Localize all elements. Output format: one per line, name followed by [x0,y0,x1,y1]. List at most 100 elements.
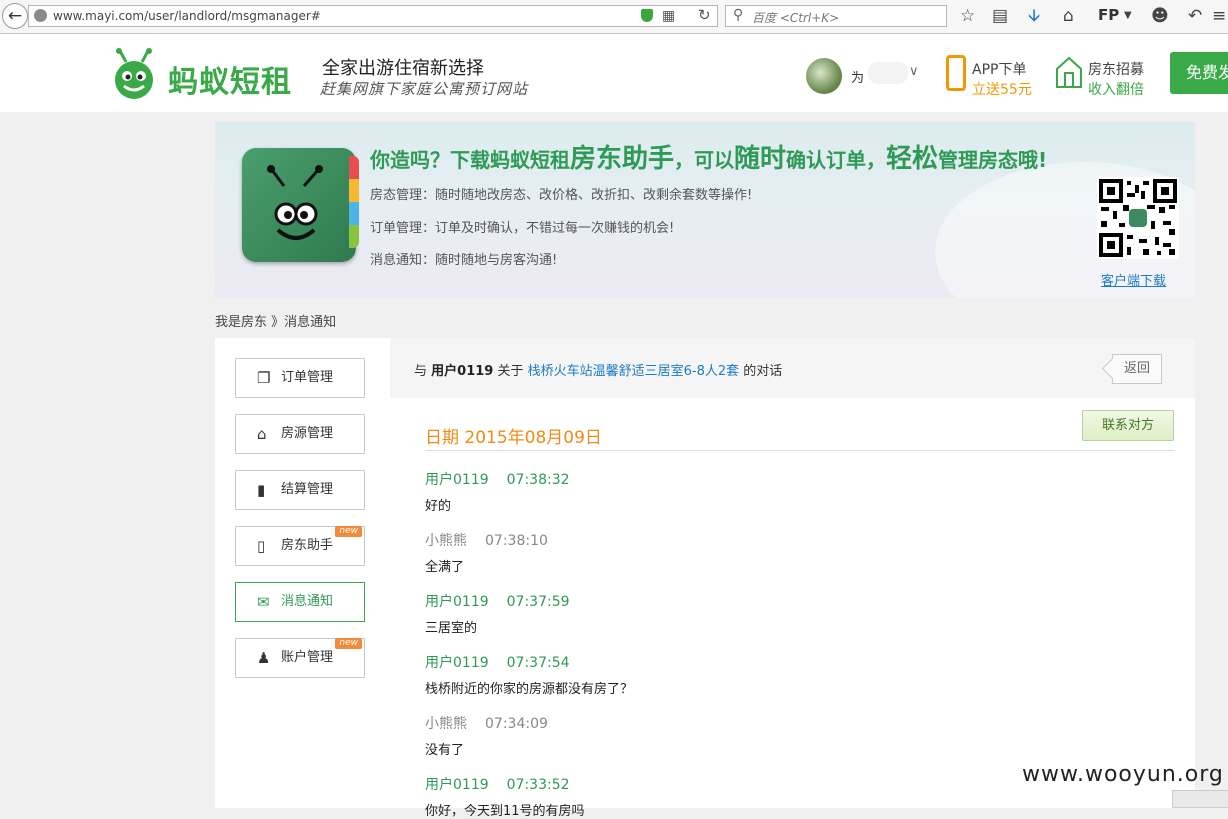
landlord-app-icon [242,148,356,262]
message-item: 用户0119 07:37:59 三居室的 [425,591,1125,636]
message-text: 好的 [425,499,452,514]
conversation-title: 与 用户0119 关于 栈桥火车站温馨舒适三居室6-8人2套 的对话 [414,364,783,379]
sidebar-item-label: 消息通知 [281,594,334,609]
browser-toolbar: ← www.mayi.com/user/landlord/msgmanager#… [0,0,1228,34]
app-order-label[interactable]: APP下单 [972,59,1026,79]
sidebar-item-messages[interactable]: ✉ 消息通知 [235,582,365,622]
logo-text[interactable]: 蚂蚁短租 [168,57,292,101]
message-item: 用户0119 07:37:54 栈桥附近的你家的房源都没有房了？ [425,652,1125,697]
app-bonus-label[interactable]: 立送55元 [972,79,1032,99]
banner-feature-room: 房态管理：随时随地改房态、改价格、改折扣、改剩余套数等操作! [370,188,753,203]
ant-logo-icon[interactable] [108,48,160,100]
document-icon: ❐ [257,369,271,387]
conversation-header: 与 用户0119 关于 栈桥火车站温馨舒适三居室6-8人2套 的对话 返回 [390,338,1195,398]
sidebar-item-account[interactable]: ♟ 账户管理 new [235,638,365,678]
message-item: 用户0119 07:33:52 你好，今天到11号的有房吗 [425,774,1125,819]
reading-list-icon[interactable]: ▤ [992,5,1008,27]
sidebar-item-landlord-assistant[interactable]: ▯ 房东助手 new [235,526,365,566]
qr-code-icon[interactable]: ▦ [662,8,675,24]
fp-addon-button[interactable]: FP [1098,6,1119,24]
username[interactable]: 为 [851,67,864,86]
chevron-down-icon[interactable]: ▼ [1124,5,1132,27]
contact-button[interactable]: 联系对方 [1082,410,1174,441]
slogan-sub: 赶集网旗下家庭公寓预订网站 [320,80,529,98]
avatar[interactable] [806,58,842,94]
message-item: 用户0119 07:38:32 好的 [425,469,1125,514]
address-bar[interactable]: www.mayi.com/user/landlord/msgmanager# ▦… [28,5,718,27]
conversation-date: 日期 2015年08月09日 [425,428,602,448]
recruit-label[interactable]: 房东招募 [1088,59,1144,79]
message-time: 07:38:10 [485,533,548,549]
slogan-main: 全家出游住宿新选择 [322,58,484,79]
message-sender: 用户0119 [425,472,489,488]
conversation-user: 用户0119 [431,364,494,379]
sidebar-item-label: 房东助手 [281,538,334,553]
site-header: 蚂蚁短租 全家出游住宿新选择 赶集网旗下家庭公寓预订网站 为 ∨ APP下单 立… [0,34,1228,112]
back-button[interactable]: 返回 [1112,354,1162,384]
message-text: 你好，今天到11号的有房吗 [425,804,585,819]
search-icon: ⚲ [733,7,744,23]
message-sender: 用户0119 [425,594,489,610]
reload-icon[interactable]: ↻ [698,6,711,24]
chevron-down-icon[interactable]: ∨ [909,64,919,79]
message-item: 小熊熊 07:34:09 没有了 [425,713,1125,758]
banner-title: 你造吗？下载蚂蚁短租房东助手，可以随时确认订单，轻松管理房态哦! [370,144,1048,174]
message-sender: 小熊熊 [425,716,467,732]
bookmark-star-icon[interactable]: ☆ [960,5,975,27]
menu-icon[interactable]: ≡ [1212,5,1226,27]
divider [425,450,1175,451]
banner-feature-order: 订单管理：订单及时确认，不错过每一次赚钱的机会! [370,221,675,236]
undo-icon[interactable]: ↶ [1188,5,1202,27]
recruit-sub-label[interactable]: 收入翻倍 [1088,79,1144,99]
sidebar-item-label: 账户管理 [281,650,334,665]
house-icon[interactable] [1055,55,1083,89]
sidebar-item-label: 订单管理 [281,370,334,385]
clipboard-icon: ▮ [257,481,266,499]
new-badge: new [335,638,362,649]
message-text: 全满了 [425,560,465,575]
message-text: 三居室的 [425,621,478,636]
message-time: 07:33:52 [506,777,570,793]
chat-bubble-icon[interactable]: ☻ [1151,5,1169,27]
message-panel: ❐ 订单管理 ⌂ 房源管理 ▮ 结算管理 ▯ 房东助手 new ✉ 消息通知 ♟… [215,338,1195,819]
message-sender: 用户0119 [425,655,489,671]
globe-icon [34,9,47,22]
user-icon: ♟ [257,649,271,667]
sidebar-item-orders[interactable]: ❐ 订单管理 [235,358,365,398]
sidebar-item-listings[interactable]: ⌂ 房源管理 [235,414,365,454]
envelope-icon: ✉ [257,593,270,611]
message-time: 07:34:09 [485,716,548,732]
sidebar-item-label: 结算管理 [281,482,334,497]
message-text: 没有了 [425,743,465,758]
message-time: 07:37:54 [506,655,570,671]
username-redacted [868,62,908,84]
sidebar-item-settlement[interactable]: ▮ 结算管理 [235,470,365,510]
home-icon[interactable]: ⌂ [1063,5,1074,27]
message-time: 07:38:32 [506,472,570,488]
message-text: 栈桥附近的你家的房源都没有房了？ [425,682,634,697]
new-badge: new [335,526,362,537]
message-sender: 用户0119 [425,777,489,793]
download-arrow-icon[interactable]: 🡫 [1028,5,1040,27]
ant-mascot-icon [267,165,323,240]
shield-icon[interactable] [641,9,653,22]
phone-icon: ▯ [257,537,266,555]
breadcrumb[interactable]: 我是房东 》消息通知 [215,311,336,330]
house-icon: ⌂ [257,425,267,443]
banner-feature-message: 消息通知：随时随地与房客沟通! [370,253,558,268]
corner-widget[interactable] [1172,790,1228,808]
listing-link[interactable]: 栈桥火车站温馨舒适三居室6-8人2套 [528,364,740,379]
url-text[interactable]: www.mayi.com/user/landlord/msgmanager# [53,9,321,23]
promo-banner: 你造吗？下载蚂蚁短租房东助手，可以随时确认订单，轻松管理房态哦! 房态管理：随时… [215,122,1195,298]
search-placeholder[interactable]: 百度 <Ctrl+K> [752,9,839,26]
back-arrow-icon[interactable]: ← [2,3,28,29]
watermark: www.wooyun.org [1022,762,1224,787]
search-bar[interactable]: ⚲ 百度 <Ctrl+K> [725,5,947,27]
phone-icon[interactable] [946,55,966,91]
free-publish-button[interactable]: 免费发布 [1170,52,1228,94]
sidebar-item-label: 房源管理 [281,426,334,441]
message-time: 07:37:59 [506,594,570,610]
client-download-link[interactable]: 客户端下载 [1101,270,1166,289]
app-icon-tabs [349,156,359,248]
message-item: 小熊熊 07:38:10 全满了 [425,530,1125,575]
